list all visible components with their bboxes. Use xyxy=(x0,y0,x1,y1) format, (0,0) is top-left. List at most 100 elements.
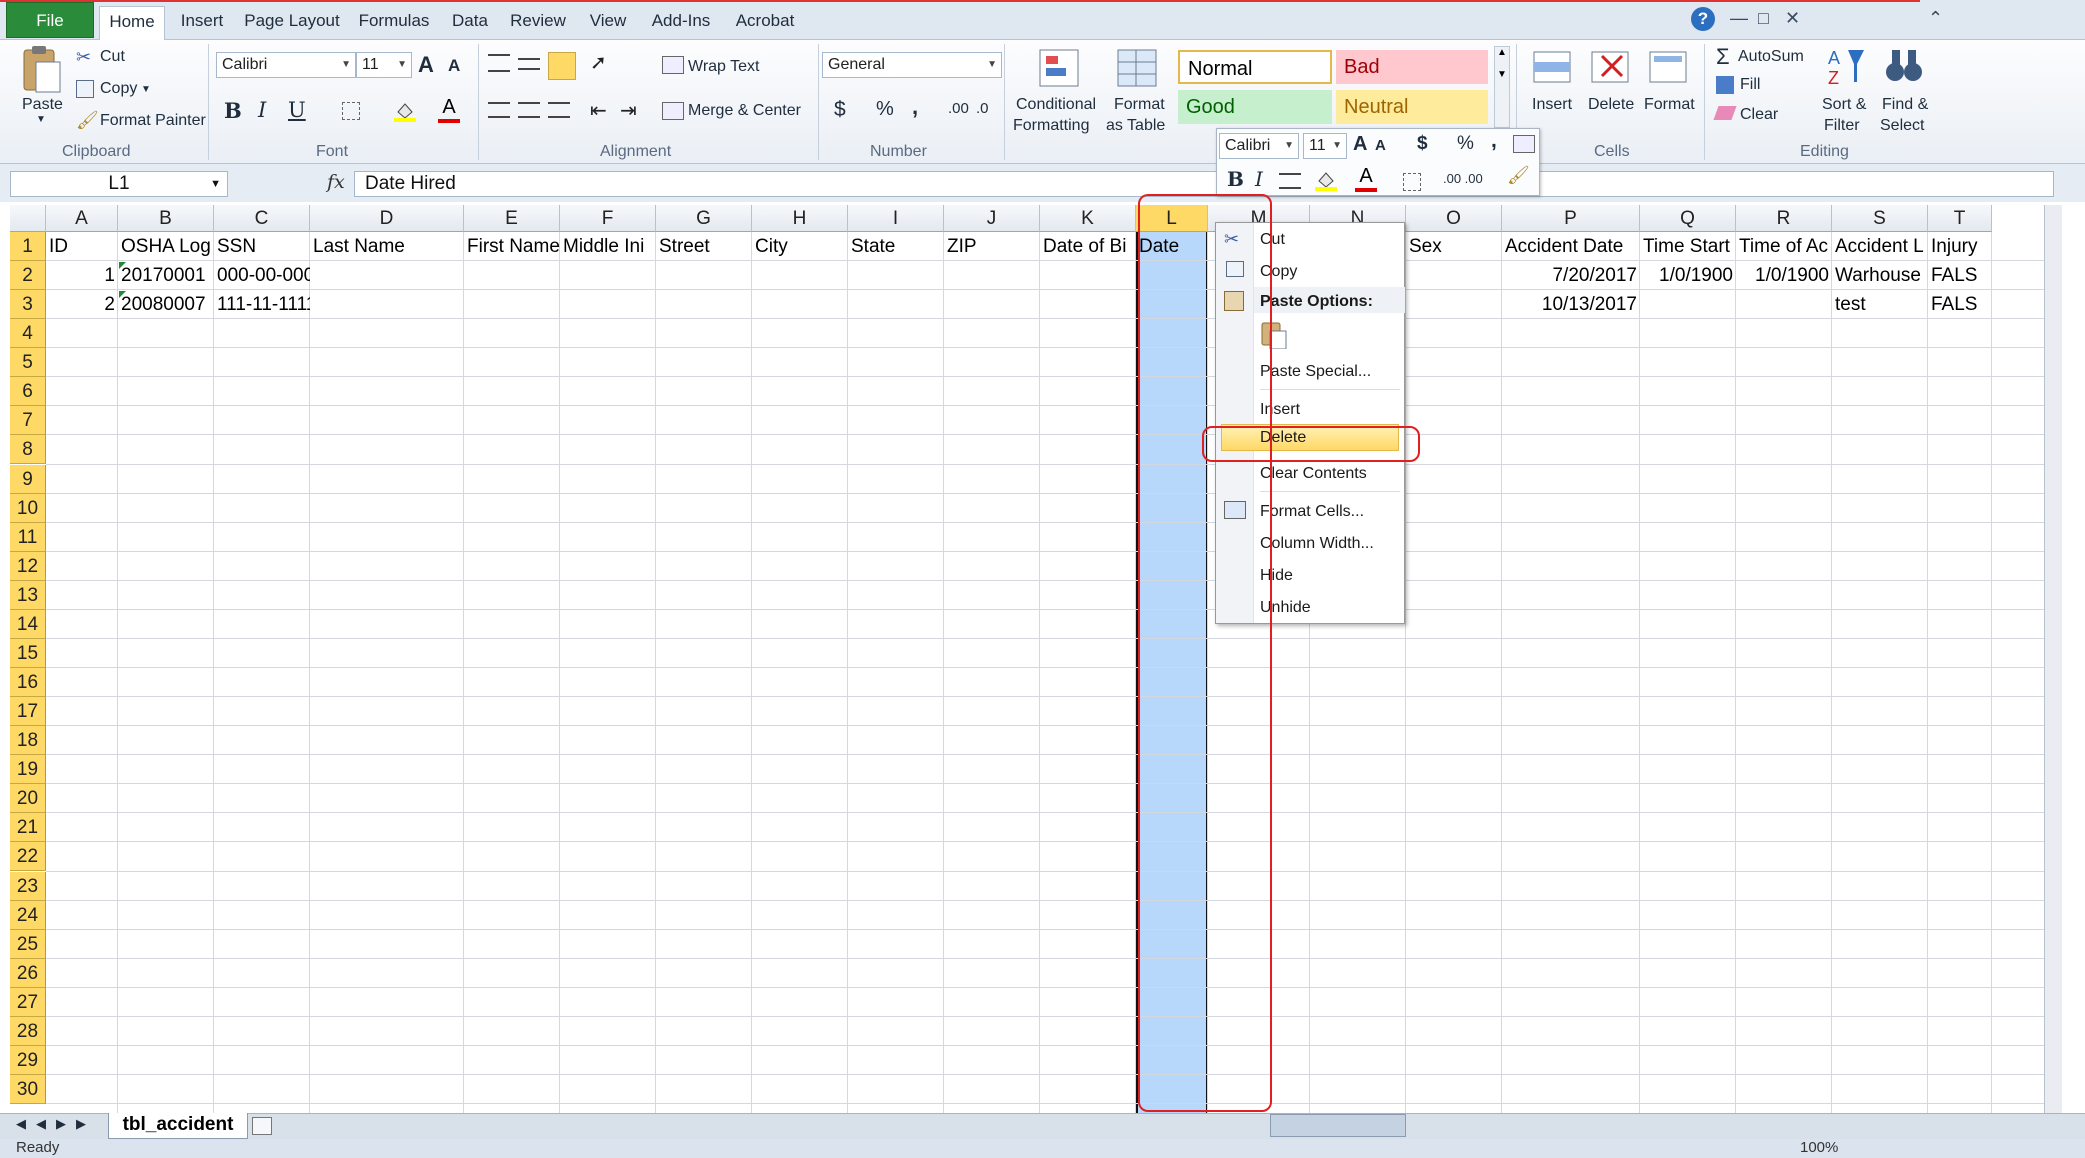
copy-dropdown-icon[interactable]: ▼ xyxy=(141,84,151,95)
cell-p2[interactable]: 7/20/2017 xyxy=(1502,261,1640,290)
increase-decimal-button[interactable]: .00 xyxy=(948,100,969,117)
vertical-scrollbar[interactable] xyxy=(2044,205,2062,1113)
format-cells-icon[interactable] xyxy=(1646,46,1690,90)
cell-a3[interactable]: 2 xyxy=(46,290,118,319)
font-size-combo[interactable]: 11 ▼ xyxy=(356,52,412,78)
autosum-icon[interactable]: Σ xyxy=(1716,44,1730,70)
menu-item-clear-contents[interactable]: Clear Contents xyxy=(1260,465,1367,483)
row-header-17[interactable]: 17 xyxy=(10,697,46,727)
grow-font-button[interactable]: A xyxy=(418,52,434,78)
find-select-button-line2[interactable]: Select xyxy=(1880,117,1924,135)
wrap-text-button[interactable]: Wrap Text xyxy=(688,58,759,76)
sheet-tab-tbl-accident[interactable]: tbl_accident xyxy=(108,1113,248,1139)
cell-b1[interactable]: OSHA Log xyxy=(118,232,214,261)
tab-file[interactable]: File xyxy=(6,2,94,38)
column-header-f[interactable]: F xyxy=(560,205,656,232)
column-header-c[interactable]: C xyxy=(214,205,310,232)
ribbon-minimize-icon[interactable]: ⌃ xyxy=(1928,8,1943,29)
align-center-icon[interactable] xyxy=(518,102,540,118)
row-header-28[interactable]: 28 xyxy=(10,1016,46,1046)
horizontal-scroll-thumb[interactable] xyxy=(1270,1114,1406,1137)
mini-font-combo[interactable]: Calibri ▼ xyxy=(1219,133,1299,159)
cell-e1[interactable]: First Name xyxy=(464,232,560,261)
format-as-table-button-line2[interactable]: as Table xyxy=(1106,117,1165,135)
mini-comma-button[interactable]: , xyxy=(1491,129,1497,153)
row-header-21[interactable]: 21 xyxy=(10,813,46,843)
insert-cells-button[interactable]: Insert xyxy=(1532,96,1572,114)
tab-insert[interactable]: Insert xyxy=(176,6,228,40)
conditional-formatting-button[interactable]: Conditional xyxy=(1016,96,1096,114)
row-header-8[interactable]: 8 xyxy=(10,435,46,465)
currency-button[interactable]: $ xyxy=(834,98,846,122)
cell-f1[interactable]: Middle Ini xyxy=(560,232,656,261)
paste-icon[interactable] xyxy=(20,44,64,96)
insert-function-icon[interactable]: fx xyxy=(327,171,345,193)
sort-filter-icon[interactable]: AZ xyxy=(1826,44,1866,90)
row-header-6[interactable]: 6 xyxy=(10,377,46,407)
borders-icon[interactable] xyxy=(342,102,360,120)
row-header-22[interactable]: 22 xyxy=(10,842,46,872)
cell-t2[interactable]: FALS xyxy=(1928,261,1992,290)
cell-t3[interactable]: FALS xyxy=(1928,290,1992,319)
copy-button[interactable]: Copy xyxy=(100,80,137,98)
styles-scroll-icon[interactable]: ▲ ▼ xyxy=(1494,46,1510,128)
cell-q2[interactable]: 1/0/1900 xyxy=(1640,261,1736,290)
mini-size-combo[interactable]: 11 ▼ xyxy=(1303,133,1347,159)
format-as-table-icon[interactable] xyxy=(1116,46,1160,90)
column-header-b[interactable]: B xyxy=(118,205,214,232)
mini-decimal-icon[interactable]: .00 .00 xyxy=(1443,171,1483,186)
mini-currency-button[interactable]: $ xyxy=(1417,133,1428,155)
row-header-18[interactable]: 18 xyxy=(10,726,46,756)
column-header-k[interactable]: K xyxy=(1040,205,1136,232)
cell-b3[interactable]: 20080007 xyxy=(118,290,214,319)
window-restore-button[interactable]: □ xyxy=(1758,8,1769,29)
cut-icon[interactable]: ✂ xyxy=(76,47,91,68)
cell-p3[interactable]: 10/13/2017 xyxy=(1502,290,1640,319)
row-header-15[interactable]: 15 xyxy=(10,638,46,668)
percent-button[interactable]: % xyxy=(876,98,894,121)
row-header-1[interactable]: 1 xyxy=(10,232,46,261)
mini-fill-color-icon[interactable] xyxy=(1315,169,1337,191)
clear-button[interactable]: Clear xyxy=(1740,106,1778,124)
font-name-combo[interactable]: Calibri ▼ xyxy=(216,52,356,78)
mini-format-painter-icon[interactable]: 🖌 xyxy=(1507,165,1530,186)
error-indicator-icon[interactable] xyxy=(119,291,126,299)
cell-d1[interactable]: Last Name xyxy=(310,232,464,261)
copy-icon[interactable] xyxy=(76,80,94,98)
style-bad[interactable]: Bad xyxy=(1336,50,1488,84)
insert-cells-icon[interactable] xyxy=(1530,46,1574,90)
number-format-combo[interactable]: General ▼ xyxy=(822,52,1002,78)
row-header-5[interactable]: 5 xyxy=(10,348,46,378)
conditional-formatting-button-line2[interactable]: Formatting xyxy=(1013,117,1089,135)
row-header-19[interactable]: 19 xyxy=(10,755,46,785)
column-header-t[interactable]: T xyxy=(1928,205,1992,232)
align-bottom-icon[interactable] xyxy=(548,52,576,80)
column-header-q[interactable]: Q xyxy=(1640,205,1736,232)
cell-q1[interactable]: Time Start xyxy=(1640,232,1736,261)
tab-data[interactable]: Data xyxy=(448,6,492,40)
bold-button[interactable]: B xyxy=(224,98,242,123)
row-header-27[interactable]: 27 xyxy=(10,987,46,1017)
cell-g1[interactable]: Street xyxy=(656,232,752,261)
format-as-table-button[interactable]: Format xyxy=(1114,96,1165,114)
mini-italic-button[interactable]: I xyxy=(1255,167,1263,191)
underline-button[interactable]: U xyxy=(288,98,306,122)
mini-center-icon[interactable] xyxy=(1279,173,1301,189)
cell-i1[interactable]: State xyxy=(848,232,944,261)
row-header-10[interactable]: 10 xyxy=(10,493,46,523)
column-header-g[interactable]: G xyxy=(656,205,752,232)
row-header-12[interactable]: 12 xyxy=(10,551,46,581)
column-header-e[interactable]: E xyxy=(464,205,560,232)
decrease-indent-icon[interactable]: ⇤ xyxy=(590,98,607,123)
fill-button[interactable]: Fill xyxy=(1740,76,1760,94)
find-select-button[interactable]: Find & xyxy=(1882,96,1928,114)
column-header-s[interactable]: S xyxy=(1832,205,1928,232)
row-header-24[interactable]: 24 xyxy=(10,900,46,930)
format-painter-button[interactable]: Format Painter xyxy=(100,112,206,130)
mini-bold-button[interactable]: B xyxy=(1227,167,1244,191)
mini-grow-font-icon[interactable]: A xyxy=(1353,133,1367,156)
cell-p1[interactable]: Accident Date xyxy=(1502,232,1640,261)
style-neutral[interactable]: Neutral xyxy=(1336,90,1488,124)
cell-s3[interactable]: test xyxy=(1832,290,1928,319)
orientation-icon[interactable]: ➚ xyxy=(590,50,607,75)
